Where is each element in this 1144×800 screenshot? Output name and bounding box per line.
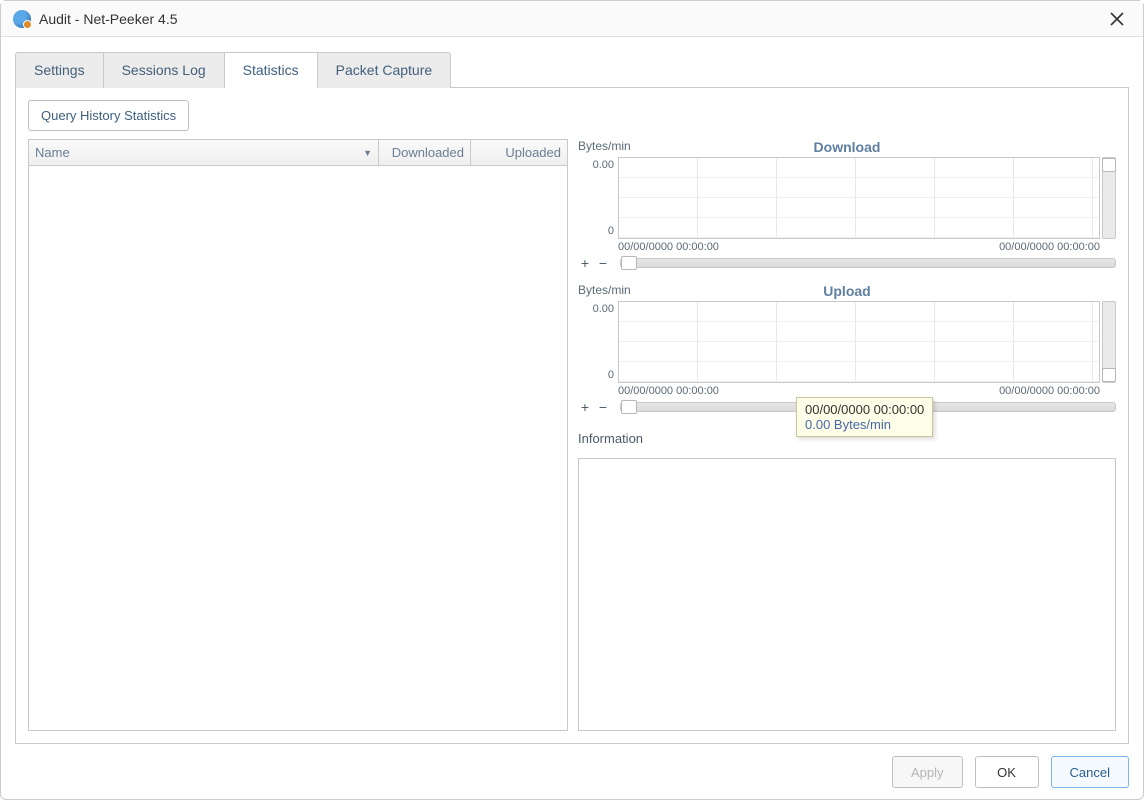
tooltip-time: 00/00/0000 00:00:00	[805, 402, 924, 417]
query-history-button[interactable]: Query History Statistics	[28, 100, 189, 131]
upload-zoom-in[interactable]: +	[578, 399, 592, 415]
upload-title: Upload	[578, 283, 1116, 299]
chart-tooltip: 00/00/0000 00:00:00 0.00 Bytes/min	[796, 397, 933, 437]
column-uploaded[interactable]: Uploaded	[471, 140, 567, 165]
table-body	[29, 166, 567, 756]
information-box	[578, 458, 1116, 731]
download-xstart: 00/00/0000 00:00:00	[618, 241, 719, 253]
upload-ymax: 0.00	[593, 303, 614, 315]
download-x-axis: 00/00/0000 00:00:00 00/00/0000 00:00:00	[618, 239, 1100, 253]
titlebar: Audit - Net-Peeker 4.5	[1, 1, 1143, 37]
tab-settings[interactable]: Settings	[15, 52, 104, 88]
cancel-button[interactable]: Cancel	[1051, 756, 1129, 788]
download-zoom-in[interactable]: +	[578, 255, 592, 271]
download-horizontal-slider[interactable]	[620, 258, 1116, 268]
download-chart: Bytes/min Download 0.00 0 00/00/0000 00:…	[578, 139, 1116, 271]
download-y-axis: 0.00 0	[578, 157, 616, 239]
apply-button[interactable]: Apply	[892, 756, 963, 788]
close-icon	[1110, 12, 1124, 26]
tooltip-value: 0.00 Bytes/min	[805, 417, 924, 432]
close-button[interactable]	[1103, 5, 1131, 33]
download-ymin: 0	[608, 225, 614, 237]
upload-zoom-out[interactable]: −	[596, 399, 610, 415]
tab-content-statistics: Query History Statistics Name ▼ Download…	[15, 88, 1129, 744]
download-plot-area[interactable]	[618, 157, 1100, 239]
download-xend: 00/00/0000 00:00:00	[999, 241, 1100, 253]
upload-y-axis: 0.00 0	[578, 301, 616, 383]
upload-x-axis: 00/00/0000 00:00:00 00/00/0000 00:00:00	[618, 383, 1100, 397]
ok-button[interactable]: OK	[975, 756, 1039, 788]
upload-xend: 00/00/0000 00:00:00	[999, 385, 1100, 397]
tab-packet-capture[interactable]: Packet Capture	[318, 52, 452, 88]
window-title: Audit - Net-Peeker 4.5	[39, 11, 178, 27]
column-downloaded[interactable]: Downloaded	[379, 140, 471, 165]
stats-table[interactable]: Name ▼ Downloaded Uploaded	[28, 139, 568, 731]
upload-ymin: 0	[608, 369, 614, 381]
download-zoom-out[interactable]: −	[596, 255, 610, 271]
sort-dropdown-icon[interactable]: ▼	[363, 148, 372, 158]
download-title: Download	[578, 139, 1116, 155]
column-name[interactable]: Name ▼	[29, 140, 379, 165]
download-vertical-slider[interactable]	[1102, 157, 1116, 239]
upload-xstart: 00/00/0000 00:00:00	[618, 385, 719, 397]
download-ymax: 0.00	[593, 159, 614, 171]
column-name-label: Name	[35, 145, 70, 160]
tab-statistics[interactable]: Statistics	[225, 52, 318, 88]
upload-vertical-slider[interactable]	[1102, 301, 1116, 383]
app-icon	[13, 10, 31, 28]
table-header: Name ▼ Downloaded Uploaded	[29, 140, 567, 166]
upload-plot-area[interactable]	[618, 301, 1100, 383]
tab-bar: Settings Sessions Log Statistics Packet …	[15, 51, 1129, 88]
tab-sessions-log[interactable]: Sessions Log	[104, 52, 225, 88]
upload-chart: Bytes/min Upload 0.00 0 00/00/0000 00:00…	[578, 283, 1116, 415]
